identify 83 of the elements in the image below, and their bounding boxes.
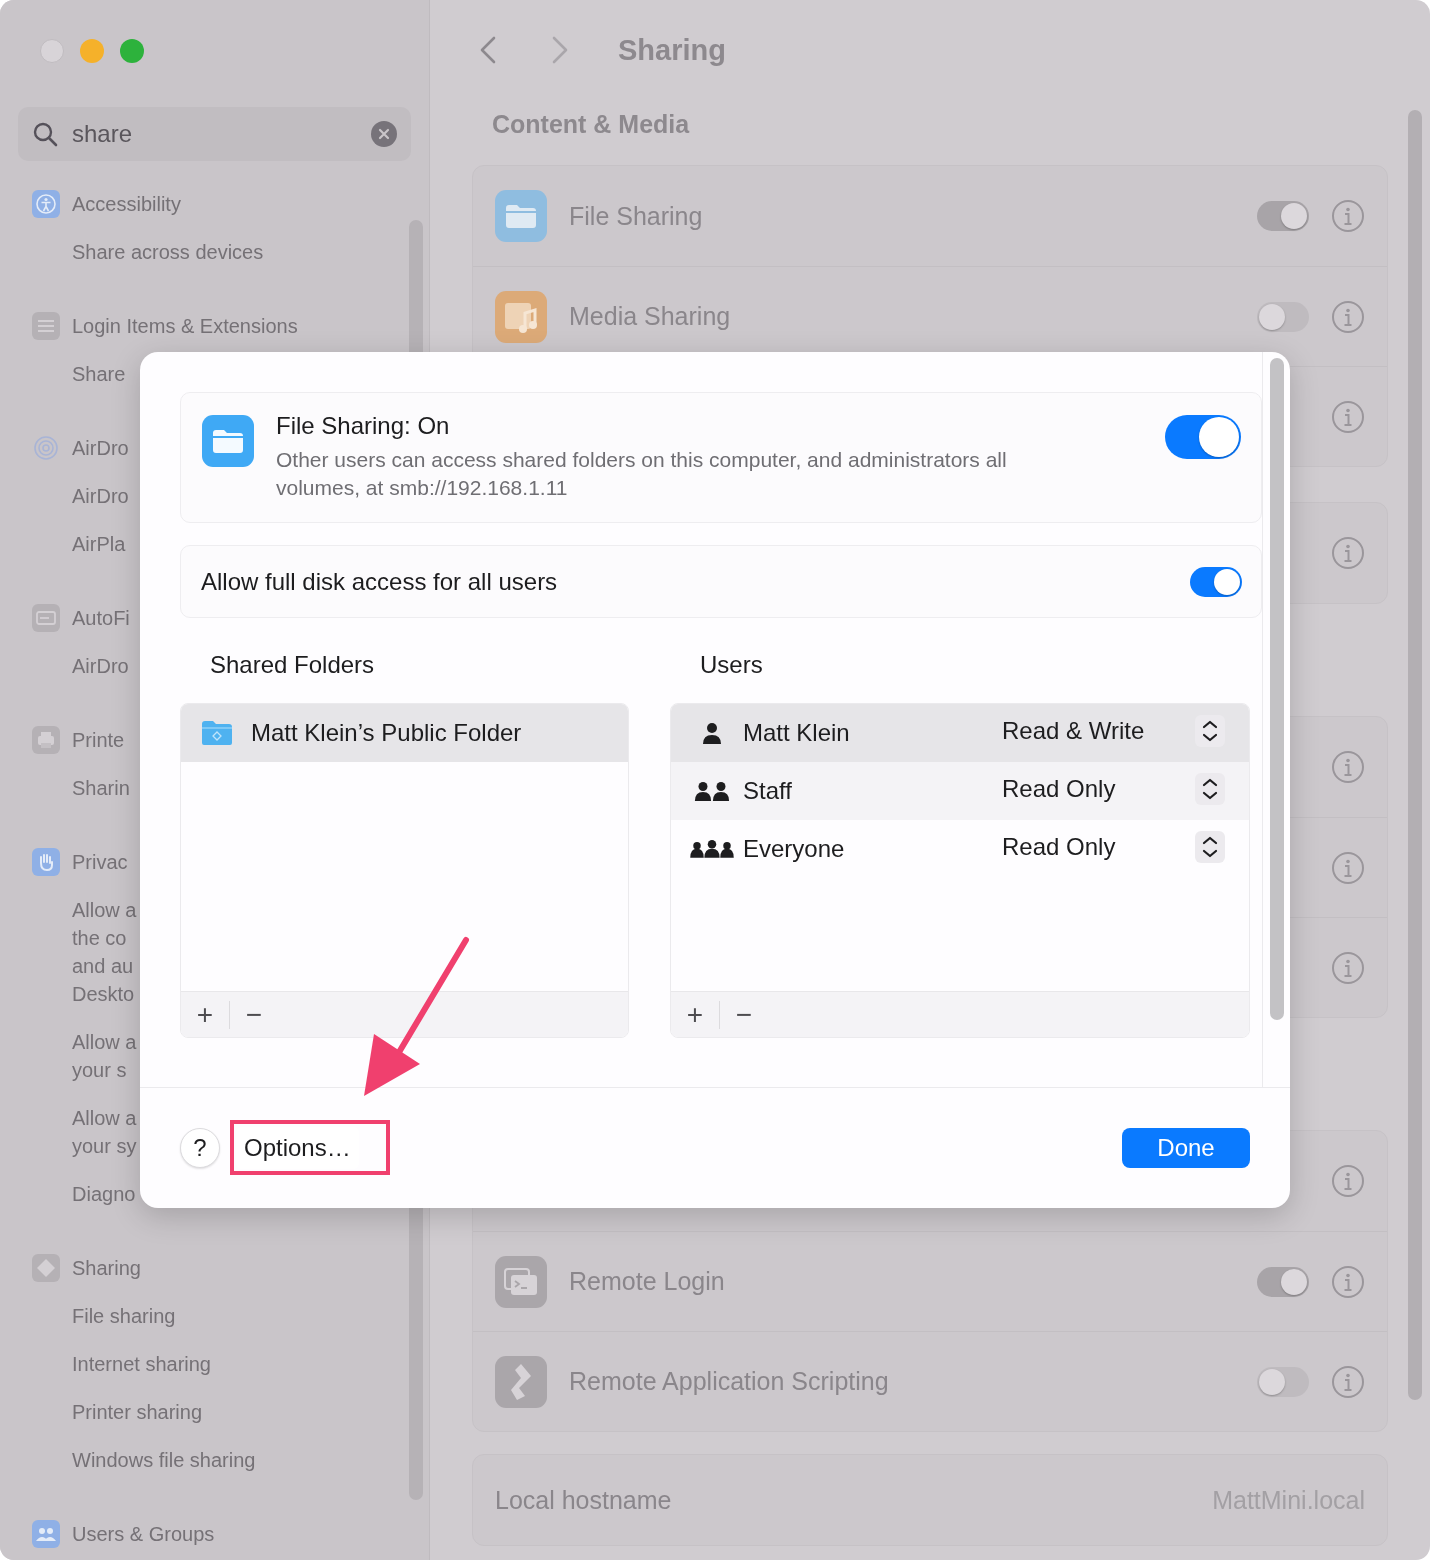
- section-heading: Content & Media: [491, 109, 691, 140]
- setting-label: Remote Login: [569, 1267, 726, 1296]
- sidebar-item[interactable]: Sharing: [72, 1256, 141, 1280]
- help-button[interactable]: ?: [180, 1128, 220, 1168]
- status-title: File Sharing: On: [276, 412, 451, 440]
- toggle-switch[interactable]: [1257, 201, 1309, 231]
- done-button[interactable]: Done: [1122, 1128, 1250, 1168]
- accessibility-icon: [32, 190, 60, 218]
- close-button[interactable]: [40, 39, 64, 63]
- toggle-switch[interactable]: [1257, 1366, 1309, 1397]
- sidebar-item[interactable]: Login Items & Extensions: [72, 314, 298, 338]
- stepper-icon: [1195, 773, 1225, 805]
- setting-label: Allow full disk access for all users: [201, 567, 558, 596]
- user-row[interactable]: Staff Read Only: [671, 762, 1249, 820]
- sidebar-item[interactable]: Accessibility: [72, 192, 181, 216]
- scrollbar[interactable]: [1408, 110, 1422, 1400]
- search-bar[interactable]: share: [18, 107, 411, 161]
- info-icon[interactable]: [1331, 850, 1365, 885]
- sidebar-item[interactable]: Printe: [72, 728, 125, 752]
- sidebar-item[interactable]: Privac: [72, 850, 128, 874]
- scrollbar[interactable]: [1269, 358, 1284, 1020]
- window-title: Sharing: [618, 33, 726, 67]
- setting-label: Media Sharing: [569, 302, 732, 331]
- close-icon: [378, 128, 390, 140]
- sidebar-subitem[interactable]: Share across devices: [72, 228, 429, 276]
- back-icon[interactable]: [478, 35, 498, 65]
- remove-button[interactable]: −: [230, 996, 278, 1033]
- folder-icon: [495, 190, 547, 242]
- user-row[interactable]: Everyone Read Only: [671, 820, 1249, 878]
- add-button[interactable]: +: [671, 996, 719, 1033]
- status-description: Other users can access shared folders on this computer, and administrators all volumes, at smb://192.168.1.11: [276, 447, 1008, 501]
- search-field[interactable]: share: [72, 120, 357, 148]
- user-row[interactable]: Matt Klein Read & Write: [671, 704, 1249, 762]
- toggle-switch[interactable]: [1257, 301, 1309, 332]
- toggle-switch[interactable]: [1257, 1266, 1309, 1297]
- list-heading: Shared Folders: [209, 651, 376, 680]
- stepper-icon: [1195, 715, 1225, 747]
- setting-label: File Sharing: [569, 201, 704, 231]
- media-icon: [495, 290, 547, 343]
- toggle-switch[interactable]: [1190, 566, 1242, 597]
- permission-popup[interactable]: Read Only: [1002, 831, 1225, 863]
- sidebar-subitem[interactable]: Printer sharing: [72, 1388, 429, 1436]
- form-icon: [32, 604, 60, 632]
- setting-label: Local hostname: [495, 1485, 673, 1515]
- sidebar-subitem[interactable]: File sharing: [72, 1292, 429, 1340]
- folder-icon: [201, 720, 233, 746]
- stepper-icon: [1195, 831, 1225, 863]
- info-icon[interactable]: [1331, 199, 1365, 233]
- script-icon: [495, 1355, 547, 1408]
- info-icon[interactable]: [1331, 750, 1365, 784]
- printer-icon: [32, 726, 60, 754]
- folder-icon: [202, 415, 254, 467]
- zoom-button[interactable]: [120, 39, 144, 63]
- group-icon: [688, 837, 736, 861]
- info-icon[interactable]: [1331, 1164, 1365, 1198]
- list-heading: Users: [699, 651, 764, 680]
- toggle-switch[interactable]: [1165, 415, 1241, 459]
- clear-button[interactable]: [371, 121, 397, 147]
- sidebar-item[interactable]: Users & Groups: [72, 1522, 215, 1546]
- sidebar-subitem[interactable]: Internet sharing: [72, 1340, 429, 1388]
- terminal-icon: [495, 1255, 547, 1308]
- sidebar-subitem[interactable]: Windows file sharing: [72, 1436, 429, 1484]
- forward-icon[interactable]: [550, 35, 570, 65]
- info-icon[interactable]: [1331, 536, 1365, 570]
- rings-icon: [32, 434, 60, 462]
- list-icon: [32, 312, 60, 340]
- info-icon[interactable]: [1331, 1364, 1365, 1399]
- info-icon[interactable]: [1331, 950, 1365, 985]
- permission-popup[interactable]: Read & Write: [1002, 715, 1225, 747]
- remove-button[interactable]: −: [720, 996, 768, 1033]
- people-icon: [32, 1520, 60, 1548]
- info-icon[interactable]: [1331, 299, 1365, 334]
- minimize-button[interactable]: [80, 39, 104, 63]
- info-icon[interactable]: [1331, 1264, 1365, 1299]
- add-button[interactable]: +: [181, 996, 229, 1033]
- search-icon: [32, 121, 58, 147]
- folder-row[interactable]: Matt Klein’s Public Folder: [181, 704, 628, 762]
- hand-icon: [32, 848, 60, 876]
- permission-popup[interactable]: Read Only: [1002, 773, 1225, 805]
- setting-label: Remote Application Scripting: [569, 1367, 890, 1396]
- sidebar-item[interactable]: AutoFi: [72, 606, 130, 630]
- info-icon[interactable]: [1331, 399, 1365, 434]
- sidebar-item[interactable]: AirDro: [72, 436, 129, 460]
